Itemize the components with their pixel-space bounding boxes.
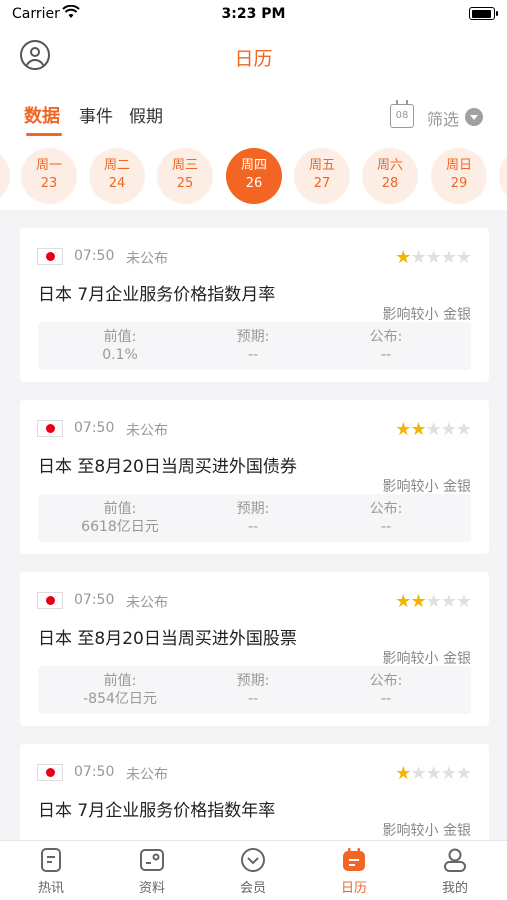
event-card[interactable]: 07:50 未公布 ★★★★★ 日本 至8月20日当周买进外国股票 影响较小 金… [20,572,489,726]
tabbar-label: 日历 [340,881,367,896]
japan-flag-icon [37,420,63,437]
importance-stars: ★★★★★ [395,591,472,612]
previous-value: 前值: 6618亿日元 [81,501,159,535]
tabbar-item-news[interactable]: 热讯 [16,847,86,896]
category-tabs: 数据 事件 假期 08 筛选 [0,84,507,140]
tabbar-item-calendar[interactable]: 日历 [319,847,389,896]
event-impact: 影响较小 金银 [382,651,471,667]
event-card[interactable]: 07:50 未公布 ★★★★★ 日本 至8月20日当周买进外国债券 影响较小 金… [20,400,489,554]
star-icon: ★ [395,419,411,440]
star-icon: ★ [425,763,442,784]
star-icon: ★ [440,763,457,784]
event-title: 日本 至8月20日当周买进外国股票 [38,629,297,649]
event-values: 前值: 6618亿日元 预期: -- 公布: -- [38,494,471,542]
actual-value: 公布: -- [369,673,403,707]
day-selector: 周一 23 周二 24 周三 25 周四 26 周五 27 周六 28 周日 29 [0,140,507,210]
day-prev-partial[interactable] [0,148,10,204]
day-item[interactable]: 周一 23 [21,148,77,204]
tabbar-label: 我的 [441,881,468,896]
event-time: 07:50 [74,248,115,264]
star-icon: ★ [425,247,442,268]
importance-stars: ★★★★★ [395,419,472,440]
status-bar: Carrier 3:23 PM [0,0,507,30]
star-icon: ★ [455,419,472,440]
news-icon [41,848,61,872]
tab-data[interactable]: 数据 [24,102,60,128]
event-time: 07:50 [74,764,115,780]
star-icon: ★ [425,591,442,612]
nav-bar: 日历 [0,30,507,84]
japan-flag-icon [37,592,63,609]
tabbar-label: 会员 [239,881,266,896]
member-icon [241,848,265,872]
day-item-selected[interactable]: 周四 26 [226,148,282,204]
forecast-value: 预期: -- [236,329,270,363]
tabbar-item-profile[interactable]: 我的 [420,847,490,896]
event-title: 日本 7月企业服务价格指数年率 [38,801,276,821]
star-icon: ★ [410,763,426,784]
star-icon: ★ [425,419,442,440]
battery-icon [469,7,498,20]
event-impact: 影响较小 金银 [382,823,471,839]
bottom-tab-bar: 热讯 资料 会员 日历 我的 [0,840,507,900]
event-time: 07:50 [74,420,115,436]
event-title: 日本 7月企业服务价格指数月率 [38,285,276,305]
event-card[interactable]: 07:50 未公布 ★★★★★ 日本 7月企业服务价格指数月率 影响较小 金银 … [20,228,489,382]
day-item[interactable]: 周日 29 [431,148,487,204]
event-status: 未公布 [126,595,168,611]
calendar-icon [343,848,365,871]
profile-icon [444,848,466,872]
star-icon: ★ [440,591,457,612]
actual-value: 公布: -- [369,329,403,363]
tabbar-label: 热讯 [37,881,64,896]
japan-flag-icon [37,248,63,265]
star-icon: ★ [455,247,472,268]
forecast-value: 预期: -- [236,673,270,707]
tabbar-item-data[interactable]: 资料 [117,847,187,896]
tabbar-label: 资料 [138,881,165,896]
event-status: 未公布 [126,423,168,439]
event-impact: 影响较小 金银 [382,479,471,495]
star-icon: ★ [410,591,426,612]
event-status: 未公布 [126,767,168,783]
star-icon: ★ [410,419,426,440]
tabbar-item-member[interactable]: 会员 [218,847,288,896]
event-time: 07:50 [74,592,115,608]
star-icon: ★ [410,247,426,268]
actual-value: 公布: -- [369,501,403,535]
filter-button[interactable]: 筛选 [427,106,459,130]
day-item[interactable]: 周六 28 [362,148,418,204]
day-next-partial[interactable] [499,148,507,204]
tab-holidays[interactable]: 假期 [129,102,163,127]
star-icon: ★ [440,247,457,268]
clock: 3:23 PM [221,6,286,22]
page-title: 日历 [234,48,273,70]
event-title: 日本 至8月20日当周买进外国债券 [38,457,297,477]
day-item[interactable]: 周五 27 [294,148,350,204]
calendar-picker-icon[interactable]: 08 [390,100,414,128]
active-tab-indicator [26,133,62,136]
previous-value: 前值: -854亿日元 [83,673,157,707]
day-item[interactable]: 周二 24 [89,148,145,204]
chevron-down-icon[interactable] [465,108,483,126]
japan-flag-icon [37,764,63,781]
star-icon: ★ [395,763,411,784]
previous-value: 前值: 0.1% [102,329,138,363]
event-values: 前值: 0.1% 预期: -- 公布: -- [38,322,471,370]
star-icon: ★ [455,591,472,612]
tab-events[interactable]: 事件 [79,102,113,127]
event-status: 未公布 [126,251,168,267]
forecast-value: 预期: -- [236,501,270,535]
data-icon [140,849,164,871]
importance-stars: ★★★★★ [395,247,472,268]
event-values: 前值: -854亿日元 预期: -- 公布: -- [38,666,471,714]
star-icon: ★ [455,763,472,784]
star-icon: ★ [395,247,411,268]
star-icon: ★ [440,419,457,440]
event-impact: 影响较小 金银 [382,307,471,323]
star-icon: ★ [395,591,411,612]
day-item[interactable]: 周三 25 [157,148,213,204]
importance-stars: ★★★★★ [395,763,472,784]
